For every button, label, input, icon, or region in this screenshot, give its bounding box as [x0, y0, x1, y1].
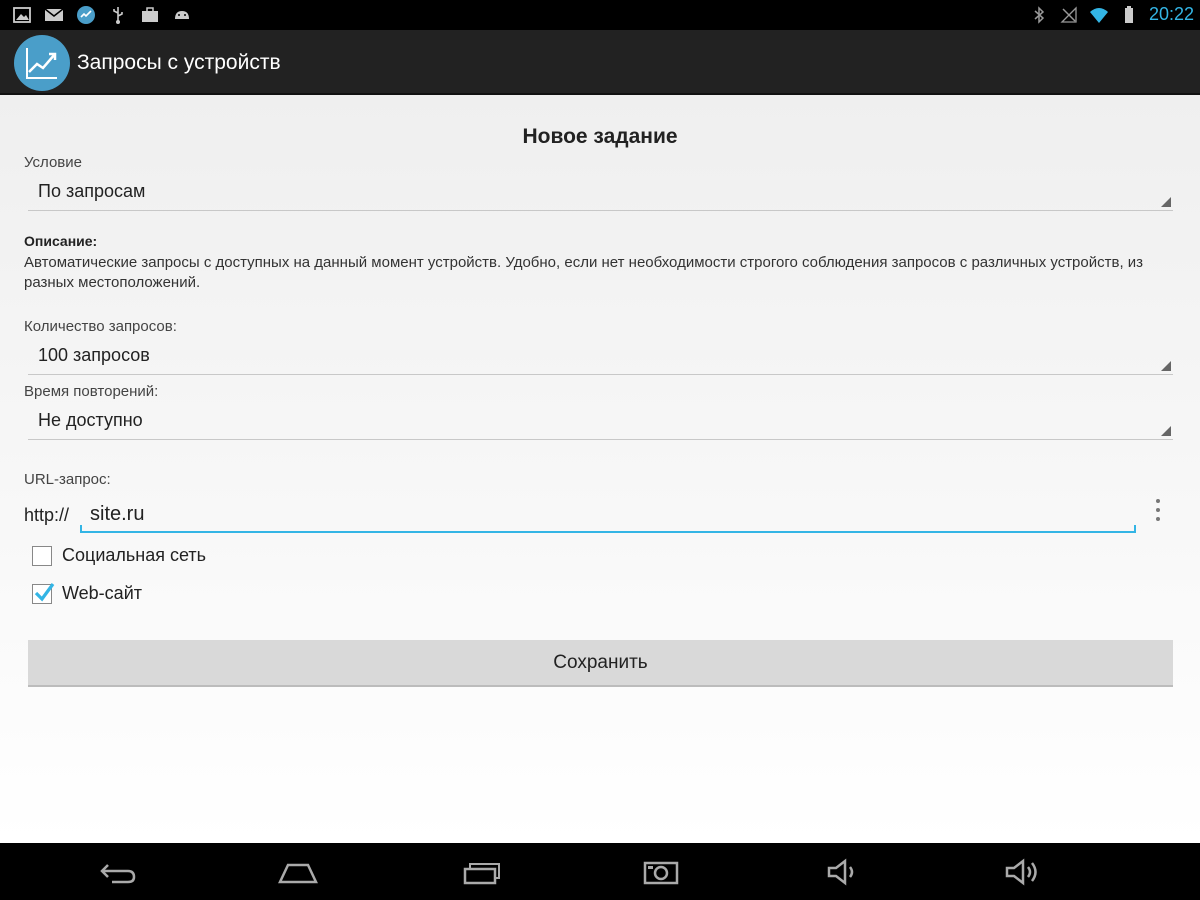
condition-value: По запросам [38, 181, 146, 201]
gmail-icon [44, 5, 64, 25]
dropdown-arrow-icon [1161, 426, 1171, 436]
sync-icon [76, 5, 96, 25]
dropdown-arrow-icon [1161, 197, 1171, 207]
status-bar: 20:22 [0, 0, 1200, 30]
social-network-checkbox[interactable]: Социальная сеть [32, 545, 206, 566]
condition-spinner[interactable]: По запросам [28, 173, 1173, 211]
url-label: URL-запрос: [24, 471, 111, 488]
screenshot-icon[interactable] [636, 856, 686, 888]
wifi-icon [1089, 5, 1109, 25]
input-underline-corner [1134, 525, 1136, 533]
gallery-icon [12, 5, 32, 25]
request-count-label: Количество запросов: [24, 318, 177, 335]
volume-down-icon[interactable] [818, 856, 868, 888]
navigation-bar [0, 843, 1200, 900]
request-count-value: 100 запросов [38, 345, 150, 365]
android-icon [172, 5, 192, 25]
repeat-time-label: Время повторений: [24, 383, 159, 400]
system-icons: 20:22 [1029, 4, 1194, 25]
url-prefix: http:// [24, 505, 70, 525]
overflow-menu-icon[interactable] [1150, 497, 1166, 523]
home-icon[interactable] [273, 856, 323, 888]
description-title: Описание: [24, 233, 98, 249]
condition-label: Условие [24, 154, 82, 171]
request-count-spinner[interactable]: 100 запросов [28, 337, 1173, 375]
repeat-time-value: Не доступно [38, 410, 143, 430]
no-signal-icon [1059, 5, 1079, 25]
app-title: Запросы с устройств [77, 51, 281, 74]
trend-chart-icon[interactable] [14, 35, 70, 91]
notification-icons [12, 5, 192, 25]
checkbox-checked-icon[interactable] [32, 582, 55, 604]
volume-up-icon[interactable] [998, 856, 1048, 888]
briefcase-icon [140, 5, 160, 25]
battery-icon [1119, 5, 1139, 25]
website-checkbox[interactable]: Web-сайт [32, 582, 142, 604]
repeat-time-spinner[interactable]: Не доступно [28, 402, 1173, 440]
url-input[interactable] [80, 497, 1136, 533]
input-underline-corner [80, 525, 82, 533]
website-label: Web-сайт [62, 583, 142, 603]
back-icon[interactable] [93, 856, 143, 888]
recent-apps-icon[interactable] [456, 856, 506, 888]
action-bar: Запросы с устройств [0, 30, 1200, 95]
bluetooth-icon [1029, 5, 1049, 25]
usb-icon [108, 5, 128, 25]
clock: 20:22 [1148, 4, 1194, 24]
dropdown-arrow-icon [1161, 361, 1171, 371]
checkbox-unchecked-icon[interactable] [32, 545, 52, 566]
form-content: Новое задание Условие По запросам Описан… [0, 95, 1200, 843]
social-network-label: Социальная сеть [62, 545, 206, 565]
form-title: Новое задание [522, 125, 678, 148]
save-button[interactable]: Сохранить [28, 640, 1173, 687]
description-text: Автоматические запросы с доступных на да… [24, 254, 1144, 291]
